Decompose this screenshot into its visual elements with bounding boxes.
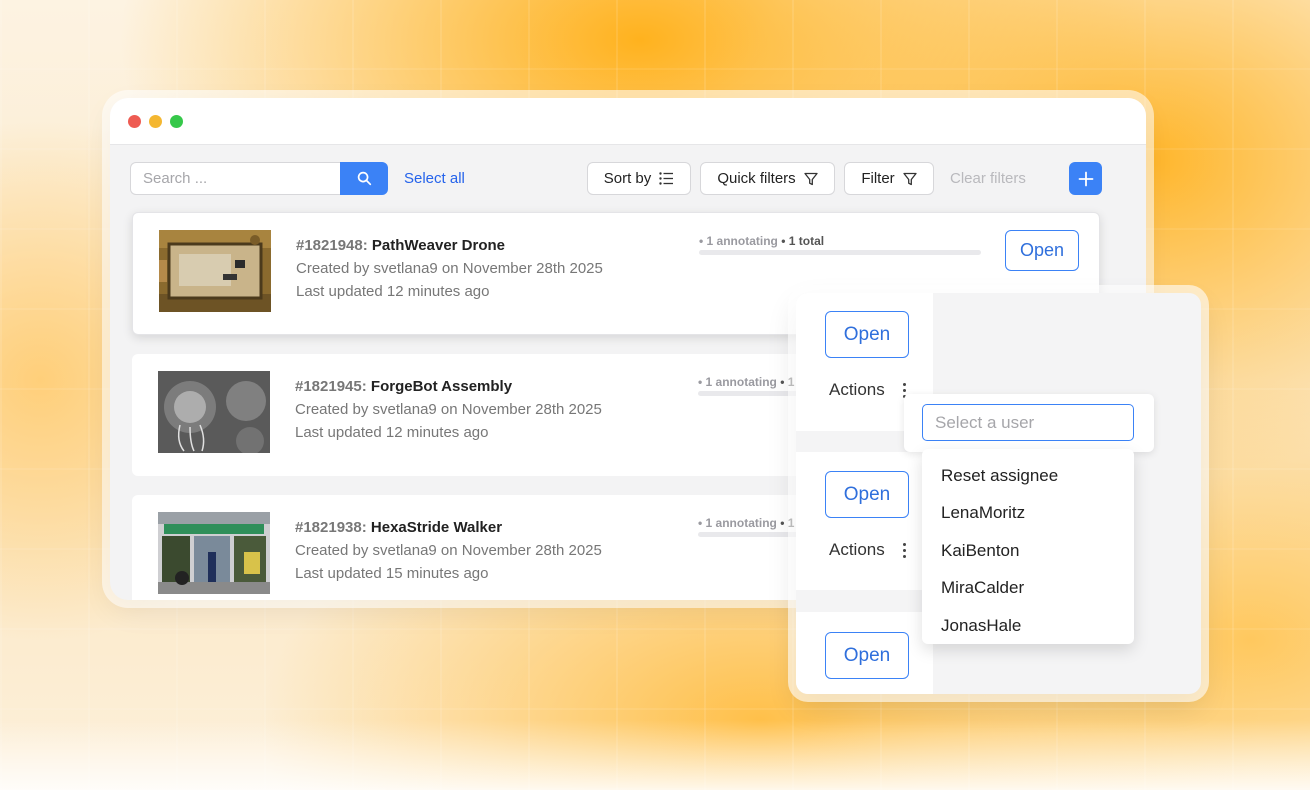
sort-by-label: Sort by [603, 170, 652, 187]
quick-filters-label: Quick filters [717, 170, 796, 187]
funnel-icon [903, 172, 917, 185]
task-id: #1821948: [296, 237, 368, 254]
actions-menu-button[interactable]: Actions [829, 380, 906, 400]
task-info: #1821948: PathWeaver Drone Created by sv… [296, 234, 603, 303]
task-actions-column: Open [796, 612, 933, 694]
create-task-button[interactable] [1069, 162, 1102, 195]
task-updated: Last updated 12 minutes ago [295, 424, 489, 441]
select-user-input[interactable] [922, 404, 1134, 441]
task-created: Created by svetlana9 on November 28th 20… [295, 542, 602, 559]
window-titlebar [110, 98, 1146, 145]
task-title-line: #1821945: ForgeBot Assembly [295, 375, 602, 398]
maximize-window-button[interactable] [170, 114, 183, 128]
sort-by-button[interactable]: Sort by [587, 162, 691, 195]
search-icon [357, 171, 371, 186]
task-progress-label: • 1 annotating • 1 total [699, 234, 824, 248]
user-option[interactable]: MiraCalder [922, 570, 1134, 608]
actions-menu-button[interactable]: Actions [829, 540, 906, 560]
annotating-count: • 1 annotating [699, 234, 778, 248]
reset-assignee-option[interactable]: Reset assignee [922, 457, 1134, 495]
toolbar: Select all Sort by Quick filters Filter … [130, 162, 1102, 196]
quick-filters-button[interactable]: Quick filters [700, 162, 835, 195]
user-option[interactable]: LenaMoritz [922, 495, 1134, 533]
minimize-window-button[interactable] [149, 114, 162, 128]
actions-label: Actions [829, 540, 885, 559]
task-info: #1821945: ForgeBot Assembly Created by s… [295, 375, 602, 444]
clear-filters-button[interactable]: Clear filters [950, 170, 1026, 187]
task-title[interactable]: HexaStride Walker [371, 519, 502, 536]
kebab-icon [902, 542, 906, 558]
task-actions-column: Open Actions [796, 452, 933, 590]
plus-icon [1078, 171, 1093, 186]
task-title-line: #1821948: PathWeaver Drone [296, 234, 603, 257]
open-task-button[interactable]: Open [1005, 230, 1079, 271]
task-thumbnail [158, 371, 270, 453]
task-thumbnail [159, 230, 271, 312]
user-option[interactable]: JonasHale [922, 607, 1134, 645]
search-input[interactable] [130, 162, 341, 195]
task-title[interactable]: ForgeBot Assembly [371, 378, 512, 395]
total-count: • 1 [780, 375, 795, 389]
annotating-count: • 1 annotating [698, 516, 777, 530]
task-progress-label: • 1 annotating • 1 [698, 516, 794, 530]
list-icon [659, 172, 674, 185]
task-id: #1821938: [295, 519, 367, 536]
assignee-dropdown: Reset assignee LenaMoritz KaiBenton Mira… [922, 449, 1134, 644]
total-count: • 1 total [781, 234, 825, 248]
select-all-link[interactable]: Select all [404, 170, 465, 187]
search-button[interactable] [340, 162, 388, 195]
total-count: • 1 [780, 516, 795, 530]
open-task-button[interactable]: Open [825, 311, 909, 358]
open-task-button[interactable]: Open [825, 632, 909, 679]
task-thumbnail [158, 512, 270, 594]
task-id: #1821945: [295, 378, 367, 395]
background-fade [0, 720, 1310, 790]
task-title-line: #1821938: HexaStride Walker [295, 516, 602, 539]
actions-label: Actions [829, 380, 885, 399]
task-progress-label: • 1 annotating • 1 [698, 375, 794, 389]
task-created: Created by svetlana9 on November 28th 20… [295, 401, 602, 418]
user-option[interactable]: KaiBenton [922, 532, 1134, 570]
task-updated: Last updated 12 minutes ago [296, 283, 490, 300]
close-window-button[interactable] [128, 114, 141, 128]
filter-label: Filter [861, 170, 895, 187]
funnel-icon [804, 172, 818, 185]
task-info: #1821938: HexaStride Walker Created by s… [295, 516, 602, 585]
task-created: Created by svetlana9 on November 28th 20… [296, 260, 603, 277]
filter-button[interactable]: Filter [844, 162, 934, 195]
task-updated: Last updated 15 minutes ago [295, 565, 489, 582]
annotating-count: • 1 annotating [698, 375, 777, 389]
assignee-selector [904, 394, 1154, 452]
open-task-button[interactable]: Open [825, 471, 909, 518]
task-title[interactable]: PathWeaver Drone [372, 237, 505, 254]
task-progress-bar [699, 250, 981, 255]
